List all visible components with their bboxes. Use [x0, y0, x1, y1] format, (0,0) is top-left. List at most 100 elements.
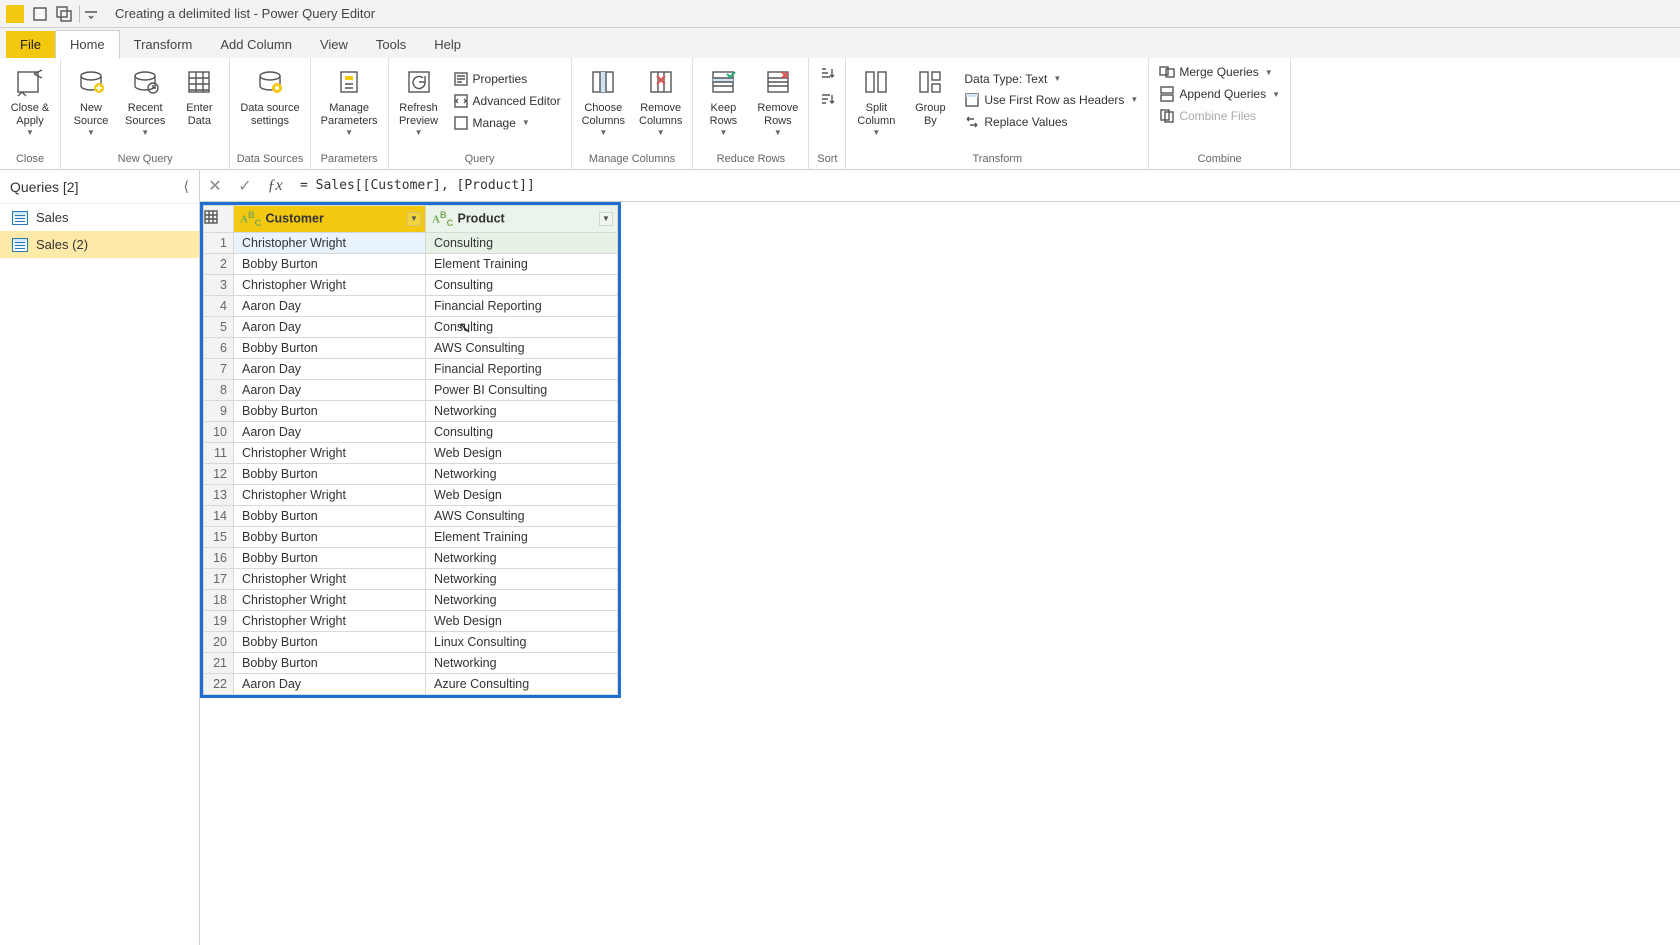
cell-customer[interactable]: Bobby Burton	[234, 547, 426, 568]
data-type-button[interactable]: Data Type: Text ▼	[960, 70, 1142, 88]
qat-customize-button[interactable]	[83, 2, 99, 26]
cell-customer[interactable]: Christopher Wright	[234, 442, 426, 463]
row-number[interactable]: 4	[204, 295, 234, 316]
cell-product[interactable]: Web Design	[426, 484, 618, 505]
formula-fx-button[interactable]: ƒx	[260, 170, 290, 202]
table-row[interactable]: 14Bobby BurtonAWS Consulting	[204, 505, 618, 526]
formula-commit-button[interactable]: ✓	[230, 170, 260, 202]
row-number[interactable]: 20	[204, 631, 234, 652]
row-number[interactable]: 11	[204, 442, 234, 463]
cell-product[interactable]: Networking	[426, 589, 618, 610]
row-number[interactable]: 12	[204, 463, 234, 484]
combine-files-button[interactable]: Combine Files	[1155, 106, 1284, 126]
row-number[interactable]: 6	[204, 337, 234, 358]
manage-query-button[interactable]: Manage ▼	[449, 113, 565, 133]
table-row[interactable]: 13Christopher WrightWeb Design	[204, 484, 618, 505]
row-number[interactable]: 9	[204, 400, 234, 421]
cell-product[interactable]: Consulting	[426, 274, 618, 295]
cell-product[interactable]: Networking	[426, 652, 618, 673]
sort-desc-button[interactable]	[815, 88, 839, 112]
remove-columns-button[interactable]: Remove Columns ▼	[635, 62, 686, 139]
cell-customer[interactable]: Christopher Wright	[234, 274, 426, 295]
table-row[interactable]: 6Bobby BurtonAWS Consulting	[204, 337, 618, 358]
cell-product[interactable]: Web Design	[426, 442, 618, 463]
replace-values-button[interactable]: Replace Values	[960, 112, 1142, 132]
formula-cancel-button[interactable]: ✕	[200, 170, 230, 202]
collapse-pane-button[interactable]: ⟨	[184, 178, 189, 195]
cell-product[interactable]: Networking	[426, 463, 618, 484]
table-row[interactable]: 19Christopher WrightWeb Design	[204, 610, 618, 631]
row-number[interactable]: 16	[204, 547, 234, 568]
cell-product[interactable]: Consulting	[426, 316, 618, 337]
column-header-product[interactable]: ABC Product ▼	[426, 206, 618, 233]
table-row[interactable]: 16Bobby BurtonNetworking	[204, 547, 618, 568]
new-source-button[interactable]: New Source ▼	[67, 62, 115, 139]
table-row[interactable]: 17Christopher WrightNetworking	[204, 568, 618, 589]
cell-product[interactable]: Power BI Consulting	[426, 379, 618, 400]
row-number[interactable]: 15	[204, 526, 234, 547]
cell-customer[interactable]: Bobby Burton	[234, 526, 426, 547]
row-number[interactable]: 10	[204, 421, 234, 442]
column-filter-button[interactable]: ▼	[407, 212, 421, 226]
recent-sources-button[interactable]: Recent Sources ▼	[121, 62, 169, 139]
cell-product[interactable]: Consulting	[426, 232, 618, 253]
cell-product[interactable]: Web Design	[426, 610, 618, 631]
cell-customer[interactable]: Bobby Burton	[234, 505, 426, 526]
query-item[interactable]: Sales (2)	[0, 231, 199, 258]
row-number[interactable]: 7	[204, 358, 234, 379]
cell-product[interactable]: Networking	[426, 547, 618, 568]
row-number[interactable]: 1	[204, 232, 234, 253]
cell-customer[interactable]: Aaron Day	[234, 379, 426, 400]
cell-customer[interactable]: Christopher Wright	[234, 568, 426, 589]
append-queries-button[interactable]: Append Queries ▼	[1155, 84, 1284, 104]
table-row[interactable]: 4Aaron DayFinancial Reporting	[204, 295, 618, 316]
table-row[interactable]: 3Christopher WrightConsulting	[204, 274, 618, 295]
tab-transform[interactable]: Transform	[120, 31, 207, 58]
table-row[interactable]: 12Bobby BurtonNetworking	[204, 463, 618, 484]
cell-customer[interactable]: Christopher Wright	[234, 610, 426, 631]
enter-data-button[interactable]: Enter Data	[175, 62, 223, 139]
split-column-button[interactable]: Split Column ▼	[852, 62, 900, 139]
cell-customer[interactable]: Christopher Wright	[234, 232, 426, 253]
cell-customer[interactable]: Bobby Burton	[234, 400, 426, 421]
remove-rows-button[interactable]: Remove Rows ▼	[753, 62, 802, 139]
row-number[interactable]: 21	[204, 652, 234, 673]
close-apply-button[interactable]: Close & Apply ▼	[6, 62, 54, 139]
row-number[interactable]: 8	[204, 379, 234, 400]
keep-rows-button[interactable]: Keep Rows ▼	[699, 62, 747, 139]
cell-product[interactable]: Element Training	[426, 526, 618, 547]
group-by-button[interactable]: Group By	[906, 62, 954, 139]
table-row[interactable]: 7Aaron DayFinancial Reporting	[204, 358, 618, 379]
tab-tools[interactable]: Tools	[362, 31, 420, 58]
tab-file[interactable]: File	[6, 31, 55, 58]
table-row[interactable]: 21Bobby BurtonNetworking	[204, 652, 618, 673]
merge-queries-button[interactable]: Merge Queries ▼	[1155, 62, 1284, 82]
cell-customer[interactable]: Aaron Day	[234, 358, 426, 379]
table-row[interactable]: 18Christopher WrightNetworking	[204, 589, 618, 610]
table-row[interactable]: 1Christopher WrightConsulting	[204, 232, 618, 253]
query-item[interactable]: Sales	[0, 204, 199, 231]
cell-customer[interactable]: Bobby Burton	[234, 631, 426, 652]
row-number[interactable]: 5	[204, 316, 234, 337]
cell-product[interactable]: Linux Consulting	[426, 631, 618, 652]
row-number[interactable]: 18	[204, 589, 234, 610]
tab-home[interactable]: Home	[55, 30, 120, 59]
cell-customer[interactable]: Christopher Wright	[234, 484, 426, 505]
properties-button[interactable]: Properties	[449, 69, 565, 89]
cell-customer[interactable]: Aaron Day	[234, 295, 426, 316]
choose-columns-button[interactable]: Choose Columns ▼	[578, 62, 629, 139]
sort-asc-button[interactable]	[815, 62, 839, 86]
row-number[interactable]: 3	[204, 274, 234, 295]
cell-customer[interactable]: Bobby Burton	[234, 337, 426, 358]
manage-parameters-button[interactable]: Manage Parameters ▼	[317, 62, 382, 139]
row-number[interactable]: 2	[204, 253, 234, 274]
advanced-editor-button[interactable]: Advanced Editor	[449, 91, 565, 111]
column-header-customer[interactable]: ABC Customer ▼	[234, 206, 426, 233]
column-filter-button[interactable]: ▼	[599, 212, 613, 226]
row-number[interactable]: 19	[204, 610, 234, 631]
table-row[interactable]: 11Christopher WrightWeb Design	[204, 442, 618, 463]
cell-product[interactable]: Networking	[426, 568, 618, 589]
cell-product[interactable]: Networking	[426, 400, 618, 421]
cell-product[interactable]: Financial Reporting	[426, 358, 618, 379]
qat-save-button[interactable]	[28, 2, 52, 26]
